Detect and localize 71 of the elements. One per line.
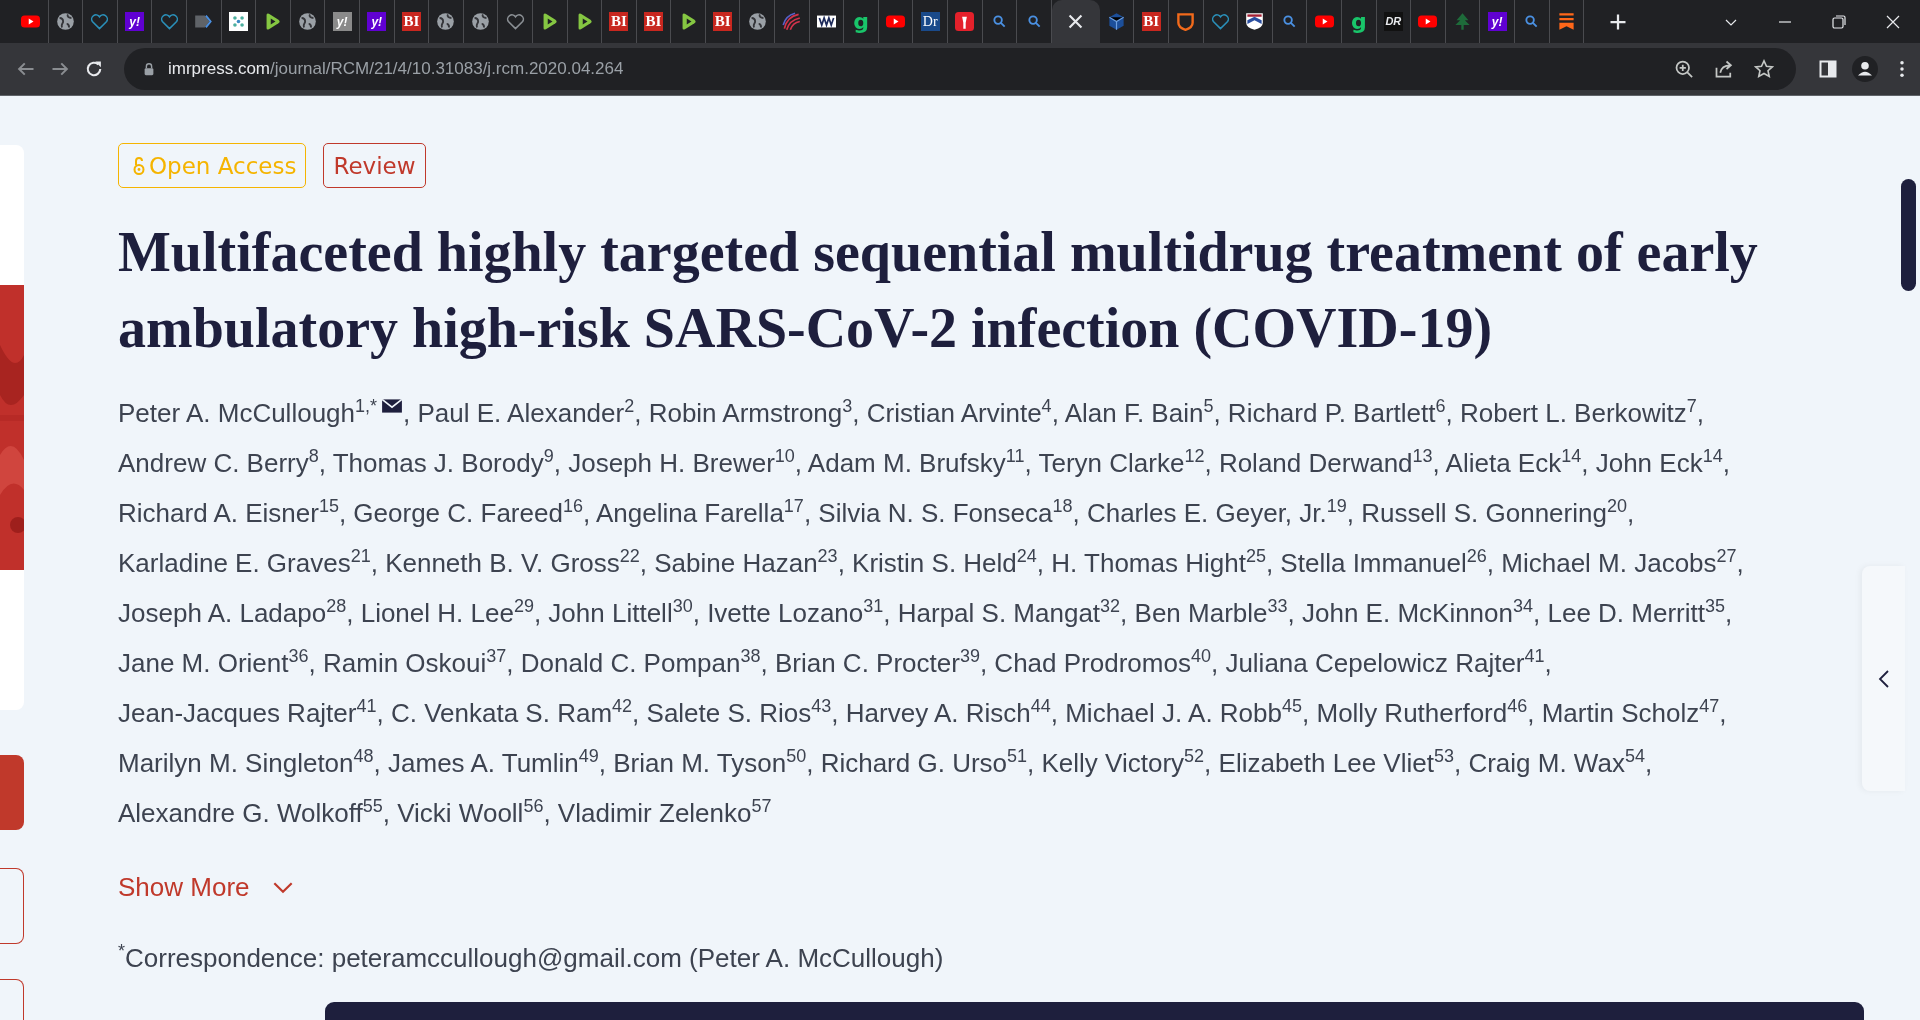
star-icon[interactable]	[1754, 59, 1774, 79]
arrow-icon	[194, 12, 214, 31]
correspondence-text: $^{*}$Correspondence: peteramccullough@gmail.com (Peter A. McCullough)	[118, 941, 945, 974]
chevron-down-icon	[271, 881, 294, 894]
heart-icon	[90, 12, 110, 31]
globe-icon	[55, 12, 75, 31]
mail-icon[interactable]	[381, 397, 404, 415]
grid-icon	[228, 12, 248, 31]
browser-tab[interactable]: y!	[1480, 0, 1515, 43]
browser-tab[interactable]	[1051, 0, 1100, 43]
author-list-line: Alexandre G. Wolkoff$^{55}$, Vicki Wooll$^{56}$, Vladimir Zelenko$^{57}$	[118, 797, 772, 829]
author-list-line: Peter A. McCullough$^{1,*}$	[118, 397, 378, 429]
logo-icon: y!	[125, 12, 145, 31]
globe-icon	[747, 12, 767, 31]
globe-icon	[471, 12, 490, 31]
logo-icon: BI	[609, 12, 629, 31]
horizontal-scrollbar-thumb[interactable]	[325, 1002, 1864, 1020]
browser-tab[interactable]: y!	[359, 0, 395, 43]
chevron-left-icon	[1877, 668, 1890, 689]
shield-icon	[1176, 12, 1196, 31]
author-list-line: Karladine E. Graves$^{21}$, Kenneth B. V. Gross$^{22}$, Sabine Hazan$^{23}$, Kristin S. Held$^{24}$, H. Thomas Hight$^{25}$, Stella Immanuel$^{26}$, Michael M. Jacobs$^{27}$,	[118, 547, 1744, 579]
side-panel-icon[interactable]	[1818, 59, 1838, 79]
crest-icon	[1245, 12, 1265, 31]
side-button[interactable]	[0, 868, 24, 944]
scrollbar-thumb[interactable]	[1901, 179, 1916, 291]
torch-icon	[955, 12, 975, 31]
author-list-line: Jane M. Orient$^{36}$, Ramin Oskoui$^{37}$, Donald C. Pompan$^{38}$, Brian C. Procter$^{39}$, Chad Prodromos$^{40}$, Juliana Cepelowicz Rajter$^{41}$,	[118, 647, 1552, 679]
author-list-line: Marilyn M. Singleton$^{48}$, James A. Tumlin$^{49}$, Brian M. Tyson$^{50}$, Richard G. Urso$^{51}$, Kelly Victory$^{52}$, Elizabeth Lee Vliet$^{53}$, Craig M. Wax$^{54}$,	[118, 747, 1653, 779]
author-list-line: Joseph A. Ladapo$^{28}$, Lionel H. Lee$^{29}$, John Littell$^{30}$, Ivette Lozano$^{31}$, Harpal S. Mangat$^{32}$, Ben Marble$^{33}$, John E. McKinnon$^{34}$, Lee D. Merritt$^{35}$,	[118, 597, 1733, 629]
search-icon	[1282, 14, 1298, 29]
url-text: imrpress.com/journal/RCM/21/4/10.31083/j.rcm.2020.04.264	[168, 59, 624, 79]
globe-icon	[436, 12, 456, 31]
logo-icon: y!	[1487, 12, 1507, 31]
author-list-line: Andrew C. Berry$^{8}$, Thomas J. Borody$^{9}$, Joseph H. Brewer$^{10}$, Adam M. Brufsky$^{11}$, Teryn Clarke$^{12}$, Roland Derwand$^{13}$, Alieta Eck$^{14}$, John Eck$^{14}$,	[118, 447, 1730, 479]
open-lock-icon	[133, 155, 145, 176]
zoom-icon[interactable]	[1674, 59, 1694, 79]
logo-icon: BI	[644, 12, 663, 31]
logo-icon: g	[851, 12, 871, 31]
reload-icon[interactable]	[84, 59, 104, 79]
search-icon	[1026, 14, 1042, 29]
lock-icon	[142, 62, 156, 76]
open-access-badge: Open Access	[118, 143, 307, 188]
logo-icon: BI	[401, 12, 421, 31]
article-type-badge: Review	[323, 143, 426, 188]
heart-icon	[1210, 12, 1230, 31]
bookmark-icon	[1556, 12, 1576, 31]
logo-icon: y!	[367, 12, 387, 31]
author-list-line: Richard A. Eisner$^{15}$, George C. Fareed$^{16}$, Angelina Farella$^{17}$, Silvia N. S. Fonseca$^{18}$, Charles E. Geyer, Jr.$^{19}$, Russell S. Gonnering$^{20}$,	[118, 497, 1635, 529]
logo-icon: DR	[1383, 12, 1403, 31]
heart-icon	[505, 12, 525, 31]
logo-icon: g	[1349, 12, 1369, 31]
logo-icon: y!	[332, 12, 352, 31]
author-list-line: Jean-Jacques Rajter$^{41}$, C. Venkata S. Ram$^{42}$, Salete S. Rios$^{43}$, Harvey A. Risch$^{44}$, Michael J. A. Robb$^{45}$, Molly Rutherford$^{46}$, Martin Scholz$^{47}$,	[118, 697, 1727, 729]
share-icon[interactable]	[1714, 59, 1734, 79]
article-title: Multifaceted highly targeted sequential multidrug treatment of early ambulatory high-risk SARS-CoV-2 infection (COVID-19)	[118, 220, 1759, 361]
heart-icon	[159, 12, 179, 31]
logo-icon: BI	[1141, 12, 1161, 31]
cube-icon	[1107, 12, 1127, 31]
side-drawer-handle[interactable]	[1862, 566, 1905, 791]
swirl-icon	[782, 12, 802, 31]
browser-tab[interactable]: y!	[117, 0, 153, 43]
browser-tab[interactable]: Dr	[913, 0, 949, 43]
logo-icon: BI	[713, 12, 733, 31]
logo-icon: Dr	[920, 12, 940, 31]
globe-icon	[298, 12, 318, 31]
address-bar[interactable]: imrpress.com/journal/RCM/21/4/10.31083/j.rcm.2020.04.264	[124, 48, 1796, 90]
author-list-line: , Paul E. Alexander$^{2}$, Robin Armstrong$^{3}$, Cristian Arvinte$^{4}$, Alan F. Bain$^{5}$, Richard P. Bartlett$^{6}$, Robert L. Berkowitz$^{7}$,	[403, 397, 1705, 429]
profile-icon[interactable]	[1852, 56, 1878, 82]
search-icon	[1524, 14, 1540, 29]
show-more-link[interactable]: Show More	[118, 872, 294, 903]
search-icon	[991, 14, 1007, 29]
